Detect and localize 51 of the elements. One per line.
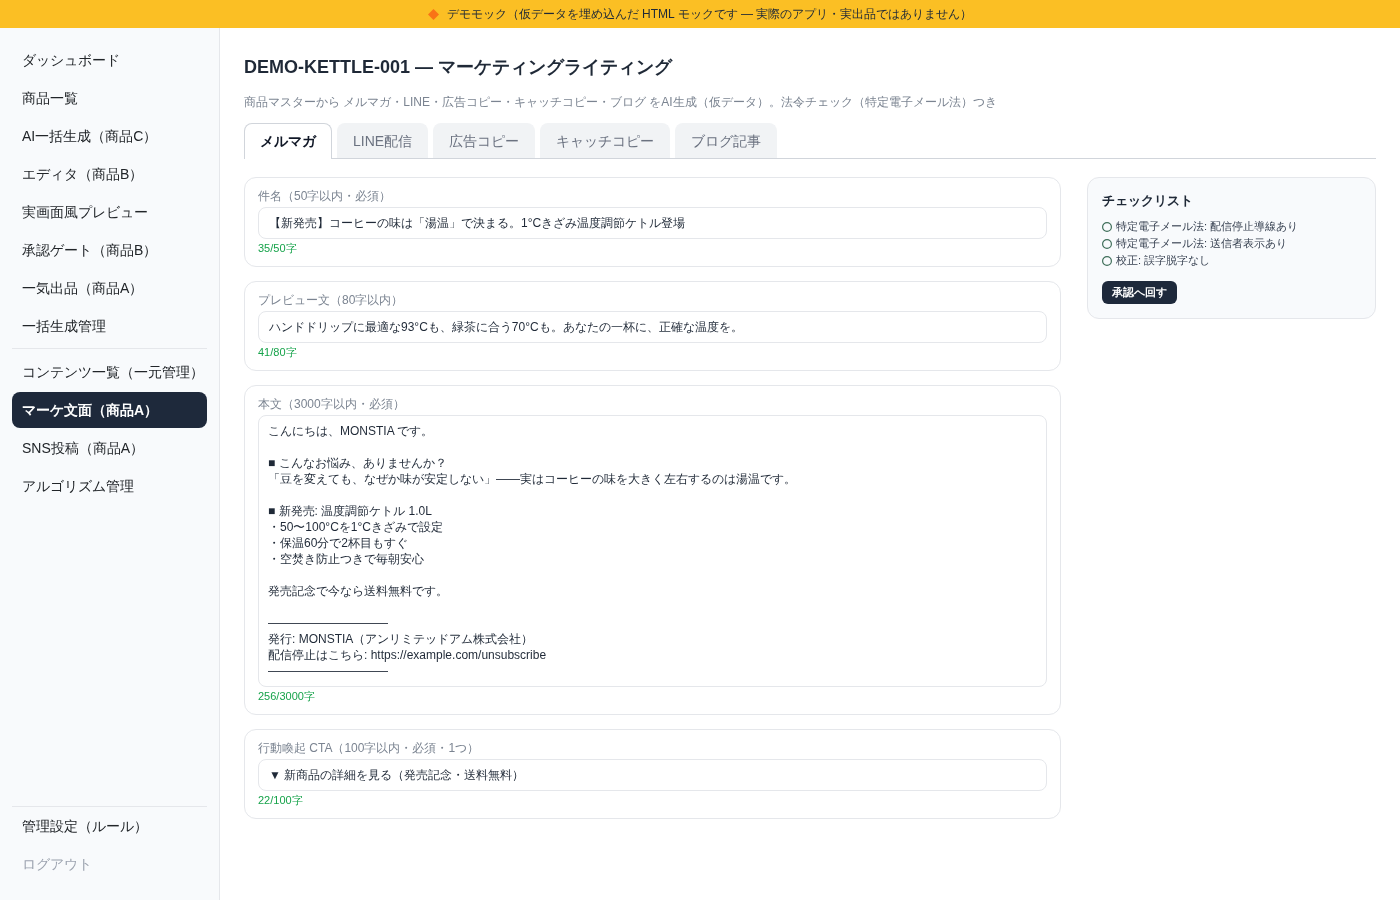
sidebar-item[interactable]: マーケ文面（商品A）	[12, 392, 207, 428]
tab[interactable]: メルマガ	[244, 123, 332, 159]
field-label: 行動喚起 CTA（100字以内・必須・1つ）	[258, 741, 481, 756]
text-line: ■ 新発売: 温度調節ケトル 1.0L	[268, 503, 433, 519]
sidebar-item[interactable]: 実画面風プレビュー	[12, 194, 207, 230]
text-line: 発売記念で今なら送料無料です。	[268, 583, 449, 599]
text-line: ――――――――――	[268, 615, 389, 631]
sidebar-item[interactable]: 承認ゲート（商品B）	[12, 232, 207, 268]
text-line: 配信停止はこちら: https://example.com/unsubscribe	[268, 647, 548, 663]
sidebar-item[interactable]: AI一括生成（商品C）	[12, 118, 207, 154]
text-line: ・空焚き防止つきで毎朝安心	[268, 551, 425, 567]
panel-title: チェックリスト	[1102, 192, 1194, 210]
text-line: 発行: MONSTIA（アンリミテッドアム株式会社）	[268, 631, 535, 647]
character-count: 41/80字	[258, 345, 298, 359]
sidebar-item[interactable]: 商品一覧	[12, 80, 207, 116]
sidebar-item[interactable]: アルゴリズム管理	[12, 468, 207, 504]
text-line: ・保温60分で2杯目もすぐ	[268, 535, 410, 551]
sidebar-item[interactable]: SNS投稿（商品A）	[12, 430, 207, 466]
character-count: 35/50字	[258, 241, 298, 255]
checklist-item: 特定電子メール法: 配信停止導線あり	[1116, 219, 1299, 234]
sidebar-item[interactable]: ダッシュボード	[12, 42, 207, 78]
text-input-field[interactable]: 【新発売】コーヒーの味は「湯温」で決まる。1°Cきざみ温度調節ケトル登場	[258, 207, 1047, 239]
checklist-item: 特定電子メール法: 送信者表示あり	[1116, 236, 1288, 251]
approval-button[interactable]: 承認へ回す	[1102, 281, 1177, 304]
text-line: ――――――――――	[268, 663, 389, 679]
page-title: DEMO-KETTLE-001 — マーケティングライティング	[244, 56, 674, 79]
checklist-item: 校正: 誤字脱字なし	[1116, 253, 1211, 268]
sidebar-item[interactable]: 一括生成管理	[12, 308, 207, 344]
tab[interactable]: ブログ記事	[675, 123, 778, 158]
field-label: 本文（3000字以内・必須）	[258, 397, 406, 412]
sidebar-item[interactable]: コンテンツ一覧（一元管理）	[12, 354, 207, 390]
tab[interactable]: 広告コピー	[433, 123, 536, 158]
page-subtitle: 商品マスターから メルマガ・LINE・広告コピー・キャッチコピー・ブログ をAI生成（仮データ）。法令チェック（特定電子メール法）つき	[244, 94, 998, 110]
textarea-field[interactable]	[258, 415, 1047, 687]
tab[interactable]: LINE配信	[337, 123, 429, 158]
field-label: プレビュー文（80字以内）	[258, 293, 405, 308]
sidebar-item[interactable]: 管理設定（ルール）	[12, 808, 207, 844]
text-line: ・50〜100°Cを1°Cきざみで設定	[268, 519, 444, 535]
text-line: こんにちは、MONSTIA です。	[268, 423, 435, 439]
text-line: ■ こんなお悩み、ありませんか？	[268, 455, 448, 471]
sidebar-item[interactable]: エディタ（商品B）	[12, 156, 207, 192]
text-line: 「豆を変えても、なぜか味が安定しない」——実はコーヒーの味を大きく左右するのは湯温です。	[268, 471, 797, 487]
text-input-field[interactable]: ハンドドリップに最適な93°Cも、緑茶に合う70°Cも。あなたの一杯に、正確な温度を。	[258, 311, 1047, 343]
character-count: 22/100字	[258, 793, 304, 807]
sidebar-item[interactable]: 一気出品（商品A）	[12, 270, 207, 306]
text-input-field[interactable]: ▼ 新商品の詳細を見る（発売記念・送料無料）	[258, 759, 1047, 791]
field-label: 件名（50字以内・必須）	[258, 189, 393, 204]
character-count: 256/3000字	[258, 689, 316, 703]
diamond-icon	[427, 8, 439, 20]
tab[interactable]: キャッチコピー	[540, 123, 671, 158]
banner-text: デモモック（仮データを埋め込んだ HTML モックです — 実際のアプリ・実出品ではありません）	[446, 6, 973, 23]
